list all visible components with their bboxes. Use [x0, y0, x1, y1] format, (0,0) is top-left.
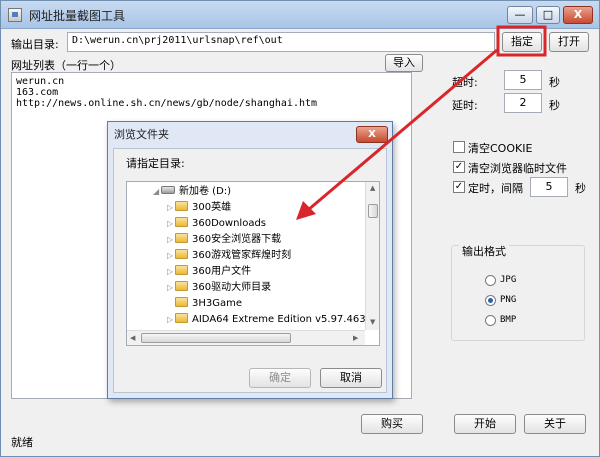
collapsed-arrow-icon[interactable]: ▷ — [167, 200, 175, 216]
tree-item-label: AIDA64 Extreme Edition v5.97.463 — [192, 314, 366, 325]
dialog-close-button[interactable]: X — [356, 126, 388, 143]
drive-icon — [161, 186, 175, 194]
url-line: http://news.online.sh.cn/news/gb/node/sh… — [16, 98, 318, 109]
tree-item-folder[interactable]: ▷ 300英雄 — [167, 200, 231, 216]
timeout-input[interactable]: 5 — [504, 70, 542, 90]
open-button[interactable]: 打开 — [549, 32, 589, 52]
folder-icon — [175, 249, 188, 259]
format-png-label: PNG — [500, 295, 517, 305]
format-jpg-label: JPG — [500, 275, 517, 285]
folder-icon — [175, 201, 188, 211]
tree-item-folder[interactable]: ▷ 360安全浏览器下载 — [167, 232, 281, 248]
collapsed-arrow-icon[interactable]: ▷ — [167, 232, 175, 248]
horizontal-scroll-thumb[interactable] — [141, 333, 291, 343]
timer-label: 定时，间隔 — [468, 182, 523, 195]
scroll-right-icon[interactable]: ▶ — [353, 334, 358, 342]
scroll-up-icon[interactable]: ▲ — [370, 184, 375, 192]
format-group — [451, 245, 585, 341]
tree-item-folder[interactable]: ▷ 360Downloads — [167, 216, 266, 232]
tree-item-label: 360Downloads — [192, 218, 267, 229]
folder-tree[interactable]: ◢ 新加卷 (D:) ▷ 300英雄 ▷ 360Downloads ▷ 360安全浏览器… — [126, 181, 380, 346]
main-window: 网址批量截图工具 — □ X 输出目录: D:\werun.cn\prj2011… — [0, 0, 600, 457]
collapsed-arrow-icon[interactable]: ▷ — [167, 248, 175, 264]
window-title: 网址批量截图工具 — [29, 9, 126, 23]
tree-item-label: 360游戏管家辉煌时刻 — [192, 250, 292, 261]
scroll-left-icon[interactable]: ◀ — [130, 334, 135, 342]
tree-horizontal-scrollbar[interactable]: ◀ ▶ — [127, 330, 365, 345]
tree-item-label: 360驱动大师目录 — [192, 282, 272, 293]
folder-icon — [175, 217, 188, 227]
tree-item-folder[interactable]: ▷ AIDA64 Extreme Edition v5.97.463 — [167, 312, 366, 328]
clear-temp-checkbox[interactable]: ✓ — [453, 161, 465, 173]
url-line: werun.cn — [16, 76, 65, 87]
tree-item-label: 3H3Game — [192, 298, 243, 309]
output-dir-input[interactable]: D:\werun.cn\prj2011\urlsnap\ref\out — [67, 32, 495, 52]
format-bmp-radio[interactable] — [485, 315, 496, 326]
maximize-button[interactable]: □ — [536, 6, 560, 24]
scroll-down-icon[interactable]: ▼ — [370, 318, 375, 326]
clear-temp-label: 清空浏览器临时文件 — [468, 162, 567, 175]
format-group-title: 输出格式 — [459, 243, 509, 259]
format-bmp-label: BMP — [500, 315, 517, 325]
dialog-title: 浏览文件夹 — [114, 128, 169, 141]
clear-cookie-checkbox[interactable] — [453, 141, 465, 153]
timeout-label: 超时: — [452, 76, 478, 89]
tree-item-label: 360安全浏览器下载 — [192, 234, 282, 245]
format-png-radio[interactable] — [485, 295, 496, 306]
tree-item-folder[interactable]: 3H3Game — [167, 296, 242, 312]
dialog-cancel-button[interactable]: 取消 — [320, 368, 382, 388]
delay-label: 延时: — [452, 99, 478, 112]
folder-icon — [175, 265, 188, 275]
folder-icon — [175, 281, 188, 291]
format-jpg-radio[interactable] — [485, 275, 496, 286]
url-list-label: 网址列表（一行一个） — [11, 59, 121, 72]
clear-cookie-label: 清空COOKIE — [468, 142, 533, 155]
delay-unit: 秒 — [549, 99, 560, 112]
tree-item-folder[interactable]: ▷ 360用户文件 — [167, 264, 251, 280]
expanded-arrow-icon[interactable]: ◢ — [153, 184, 161, 200]
vertical-scroll-thumb[interactable] — [368, 204, 378, 218]
folder-icon — [175, 313, 188, 323]
close-button[interactable]: X — [563, 6, 593, 24]
app-icon — [8, 8, 22, 22]
dialog-body: 请指定目录: ◢ 新加卷 (D:) ▷ 300英雄 ▷ 360Downloads ▷ 3… — [113, 148, 387, 393]
timer-checkbox[interactable]: ✓ — [453, 181, 465, 193]
browse-folder-dialog: 浏览文件夹 X 请指定目录: ◢ 新加卷 (D:) ▷ 300英雄 ▷ 360Down… — [107, 121, 393, 399]
tree-item-folder[interactable]: ▷ 360驱动大师目录 — [167, 280, 271, 296]
browse-button[interactable]: 指定 — [502, 32, 542, 52]
buy-button[interactable]: 购买 — [361, 414, 423, 434]
status-text: 就绪 — [11, 436, 33, 449]
title-bar[interactable]: 网址批量截图工具 — □ X — [1, 1, 599, 29]
start-button[interactable]: 开始 — [454, 414, 516, 434]
tree-vertical-scrollbar[interactable]: ▲ ▼ — [365, 182, 379, 330]
tree-item-label: 新加卷 (D:) — [179, 186, 232, 197]
dialog-ok-button[interactable]: 确定 — [249, 368, 311, 388]
tree-item-label: 360用户文件 — [192, 266, 252, 277]
folder-icon — [175, 233, 188, 243]
tree-item-folder[interactable]: ▷ 360游戏管家辉煌时刻 — [167, 248, 291, 264]
tree-item-label: 300英雄 — [192, 202, 232, 213]
timer-unit: 秒 — [575, 182, 586, 195]
minimize-button[interactable]: — — [507, 6, 533, 24]
timer-interval-input[interactable]: 5 — [530, 177, 568, 197]
collapsed-arrow-icon[interactable]: ▷ — [167, 280, 175, 296]
collapsed-arrow-icon[interactable]: ▷ — [167, 216, 175, 232]
about-button[interactable]: 关于 — [524, 414, 586, 434]
output-dir-label: 输出目录: — [11, 38, 59, 51]
collapsed-arrow-icon[interactable]: ▷ — [167, 312, 175, 328]
tree-item-drive-d[interactable]: ◢ 新加卷 (D:) — [153, 184, 231, 200]
dialog-prompt: 请指定目录: — [126, 157, 185, 170]
import-button[interactable]: 导入 — [385, 54, 423, 72]
url-line: 163.com — [16, 87, 59, 98]
folder-icon — [175, 297, 188, 307]
delay-input[interactable]: 2 — [504, 93, 542, 113]
timeout-unit: 秒 — [549, 76, 560, 89]
collapsed-arrow-icon[interactable]: ▷ — [167, 264, 175, 280]
